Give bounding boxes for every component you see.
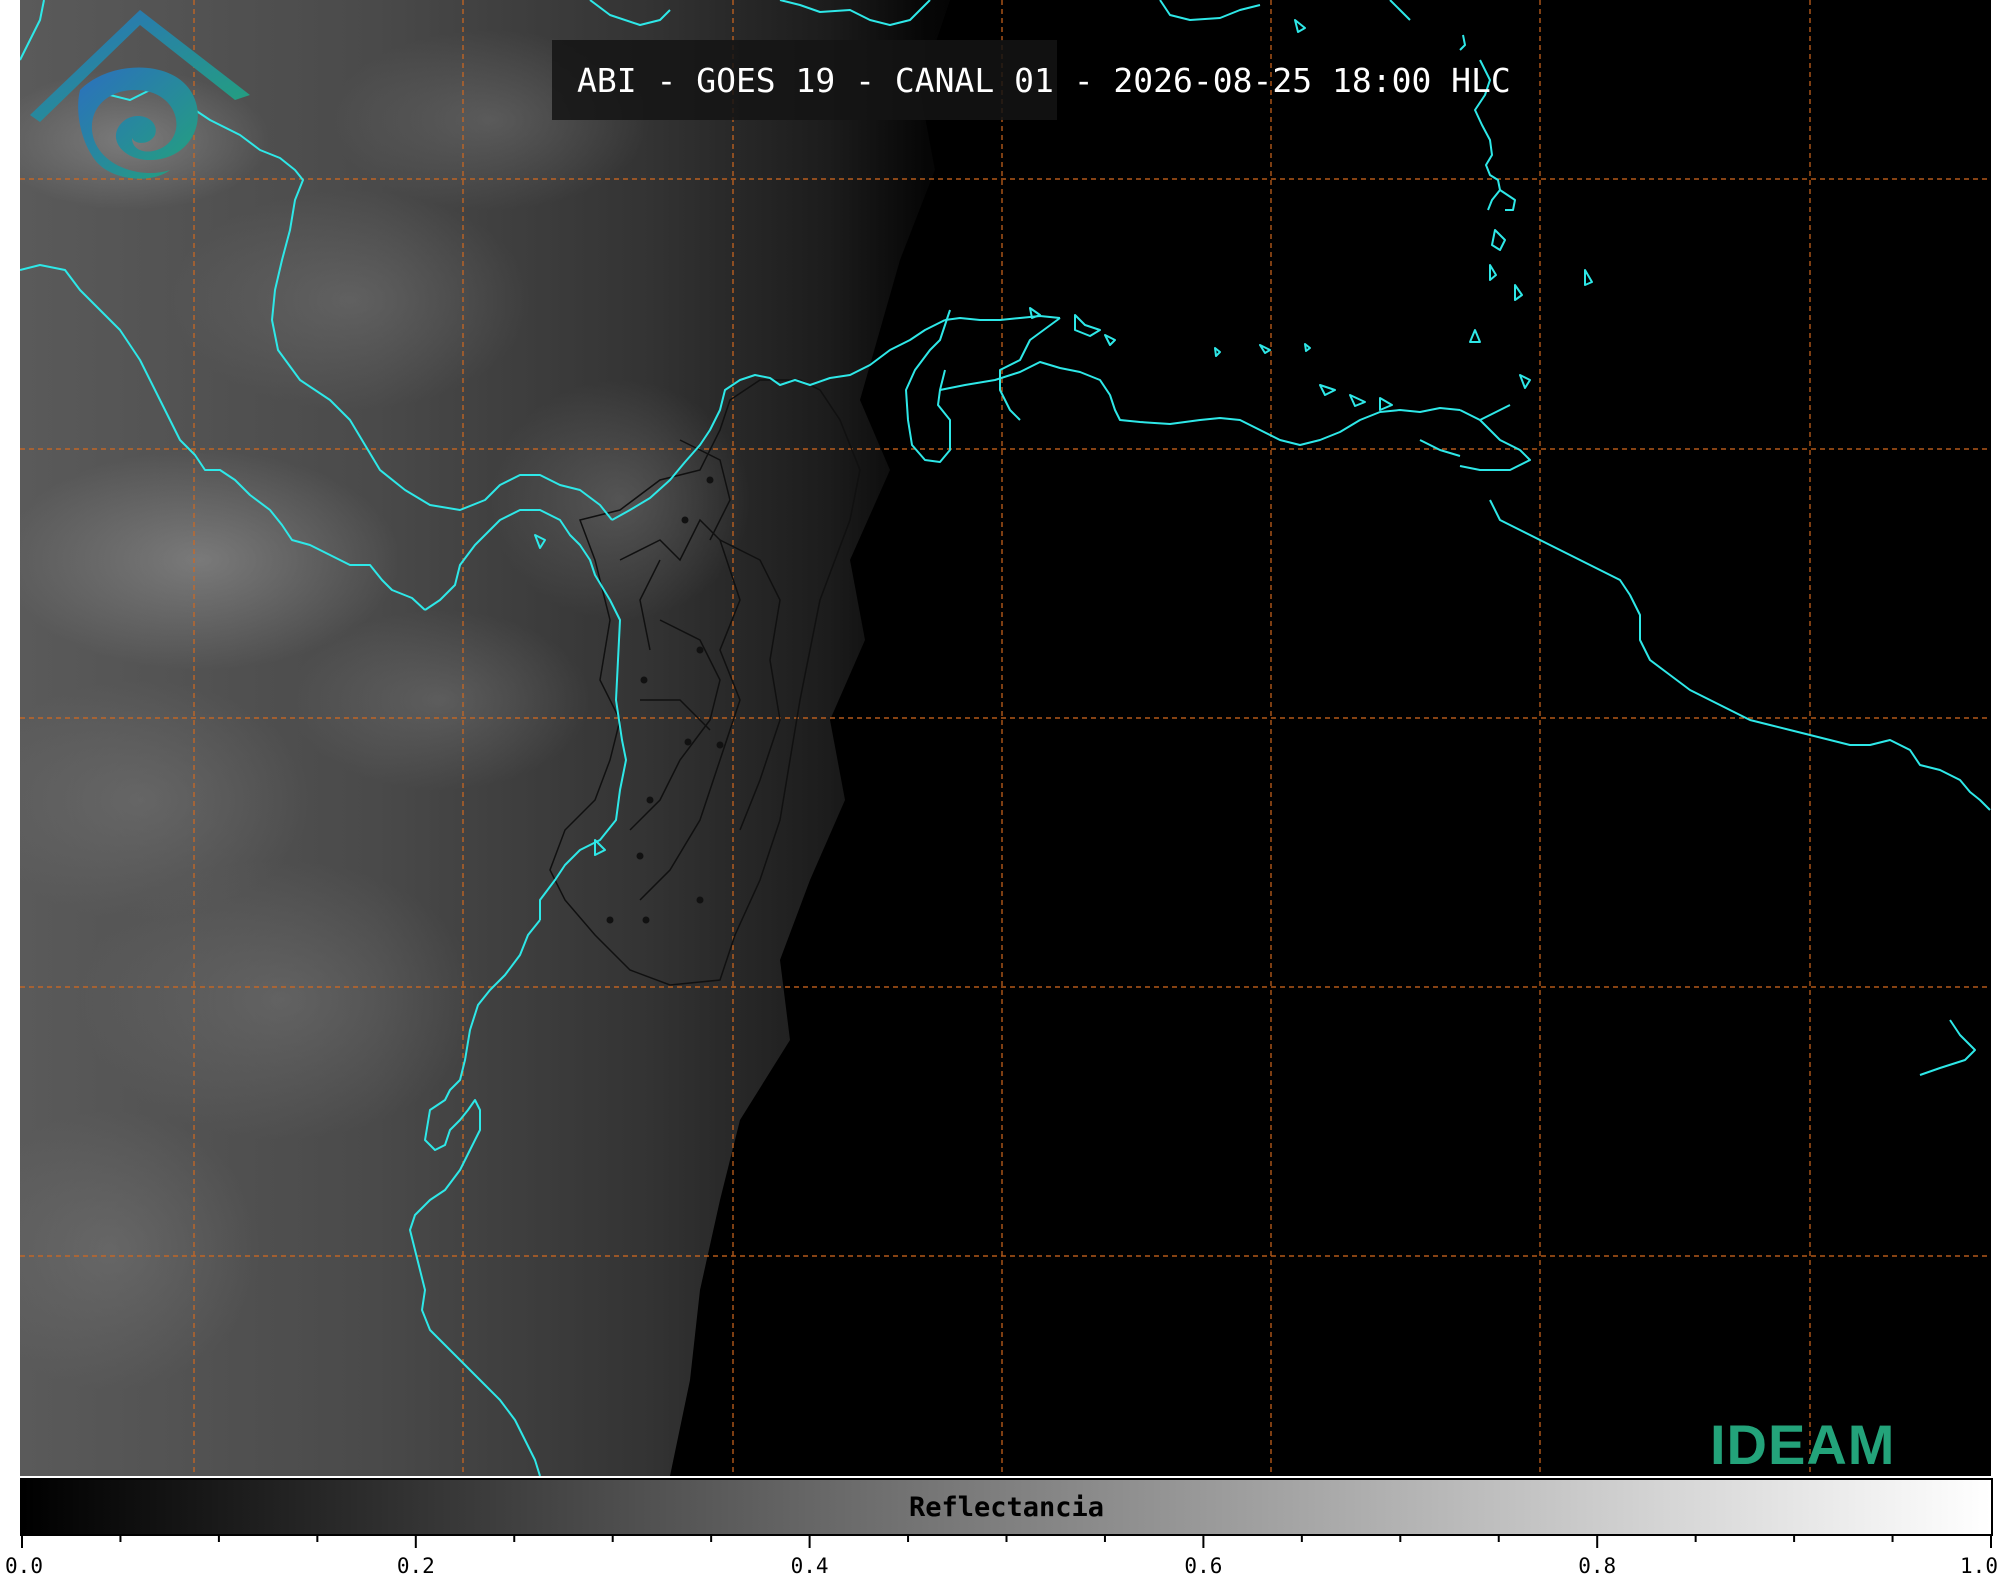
colorbar-ticks: 0.0 0.2 0.4 0.6 0.8 1.0 <box>5 1534 1998 1578</box>
colorbar-tick-label: 0.8 <box>1578 1554 1617 1578</box>
colorbar-tick-label: 0.4 <box>790 1554 829 1578</box>
colorbar-tick-label: 0.0 <box>5 1554 43 1578</box>
logo-roof-icon <box>30 10 250 122</box>
logo-spiral-icon <box>78 67 198 179</box>
ideam-logo <box>30 10 250 179</box>
logo-text: IDEAM <box>1710 1413 1896 1476</box>
satellite-image-panel: ABI - GOES 19 - CANAL 01 - 2026-08-25 18… <box>20 0 1991 1476</box>
image-title-text: ABI - GOES 19 - CANAL 01 - 2026-08-25 18… <box>577 60 1511 100</box>
colorbar-tick-label: 0.6 <box>1184 1554 1223 1578</box>
colorbar-tick-label: 1.0 <box>1960 1554 1998 1578</box>
colorbar-tick-marks <box>21 1534 1992 1548</box>
colorbar-tick-label: 0.2 <box>396 1554 435 1578</box>
image-title: ABI - GOES 19 - CANAL 01 - 2026-08-25 18… <box>552 40 1511 120</box>
colorbar-label: Reflectancia <box>908 1492 1105 1523</box>
satellite-map <box>20 0 1991 1476</box>
colorbar: Reflectancia <box>20 1478 1993 1536</box>
